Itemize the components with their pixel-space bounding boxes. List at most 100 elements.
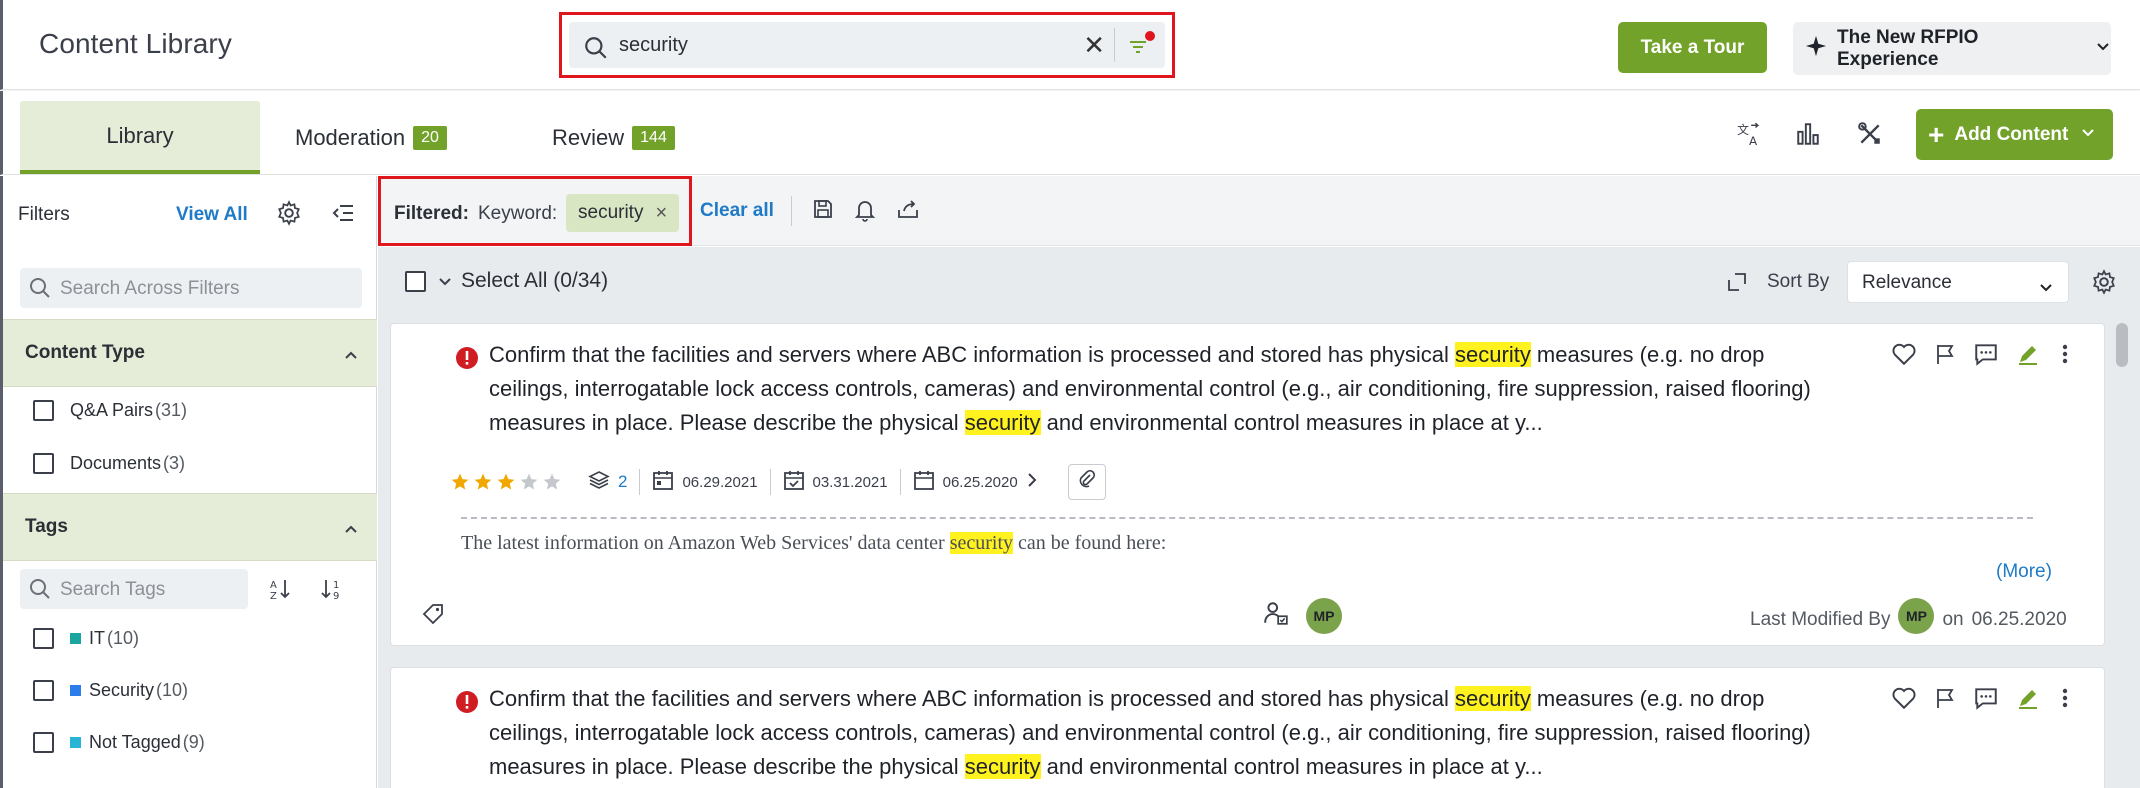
- search-highlight: security: [949, 532, 1013, 554]
- checkbox[interactable]: [33, 628, 54, 649]
- last-modified-label: Last Modified By: [1750, 609, 1891, 630]
- search-value[interactable]: security: [619, 34, 688, 57]
- heart-icon[interactable]: [1891, 686, 1917, 715]
- bell-icon[interactable]: [854, 198, 876, 227]
- modifier-avatar[interactable]: MP: [1898, 598, 1935, 634]
- content-type-section-header[interactable]: Content Type: [3, 319, 377, 387]
- filters-sidebar: Filters View All Search Across Filters C…: [0, 176, 377, 788]
- rating-stars[interactable]: [450, 472, 562, 492]
- chevron-down-icon: [2038, 278, 2054, 300]
- more-options-icon[interactable]: [2057, 686, 2073, 715]
- question-text[interactable]: Confirm that the facilities and servers …: [489, 338, 1829, 440]
- global-search-input[interactable]: security ✕: [569, 22, 1165, 68]
- more-options-icon[interactable]: [2057, 342, 2073, 371]
- remove-chip-icon[interactable]: ×: [655, 202, 667, 225]
- owner-avatar[interactable]: MP: [1306, 598, 1342, 634]
- take-tour-button[interactable]: Take a Tour: [1618, 22, 1767, 73]
- tab-review[interactable]: Review 144: [552, 101, 675, 174]
- sort-alpha-icon[interactable]: AZ: [270, 578, 292, 605]
- save-icon[interactable]: [812, 198, 834, 225]
- card-actions: [1891, 686, 2073, 715]
- tag-count: (10): [107, 628, 140, 648]
- clear-all-link[interactable]: Clear all: [700, 200, 774, 222]
- heart-icon[interactable]: [1891, 342, 1917, 371]
- sort-by-select[interactable]: Relevance: [1847, 261, 2069, 303]
- tab-moderation[interactable]: Moderation 20: [295, 101, 447, 174]
- chevron-right-icon[interactable]: [1026, 472, 1038, 492]
- filter-label: Q&A Pairs: [70, 400, 154, 420]
- search-highlight: security: [1455, 686, 1531, 711]
- chevron-down-icon: [2095, 38, 2111, 60]
- tag-search-input[interactable]: Search Tags: [20, 569, 248, 609]
- sparkle-icon: [1805, 35, 1827, 63]
- comment-icon[interactable]: [1973, 686, 1999, 715]
- on-label: on: [1942, 609, 1964, 630]
- clear-search-icon[interactable]: ✕: [1083, 32, 1105, 58]
- content-list: Select All (0/34) Sort By Relevance Conf…: [378, 247, 2140, 788]
- tag-filter-not-tagged[interactable]: Not Tagged (9): [33, 732, 205, 753]
- tab-library[interactable]: Library: [20, 101, 260, 174]
- experience-label: The New RFPIO Experience: [1837, 26, 1979, 70]
- question-text[interactable]: Confirm that the facilities and servers …: [489, 682, 1829, 784]
- svg-text:A: A: [270, 580, 277, 591]
- star-filled-icon[interactable]: [450, 472, 470, 492]
- answer-preview[interactable]: The latest information on Amazon Web Ser…: [461, 532, 1166, 555]
- add-content-button[interactable]: + Add Content: [1916, 109, 2113, 160]
- checkbox[interactable]: [33, 732, 54, 753]
- collapse-sidebar-icon[interactable]: [331, 202, 355, 229]
- translate-icon[interactable]: 文A: [1736, 121, 1762, 152]
- scrollbar-thumb[interactable]: [2116, 323, 2128, 367]
- star-empty-icon[interactable]: [542, 472, 562, 492]
- more-link[interactable]: (More): [1996, 561, 2052, 583]
- alert-icon: [455, 690, 479, 719]
- tag-filter-it[interactable]: IT (10): [33, 628, 139, 649]
- last-modified: Last Modified By MP on 06.25.2020: [1750, 598, 2067, 634]
- flag-icon[interactable]: [1933, 686, 1957, 715]
- analytics-icon[interactable]: [1795, 121, 1821, 152]
- star-filled-icon[interactable]: [496, 472, 516, 492]
- tools-icon[interactable]: [1857, 121, 1883, 152]
- sort-numeric-icon[interactable]: 19: [321, 578, 343, 605]
- plus-icon: +: [1928, 118, 1945, 150]
- tag-icon[interactable]: [421, 602, 445, 631]
- search-icon: [28, 577, 52, 606]
- export-icon[interactable]: [896, 198, 920, 225]
- star-empty-icon[interactable]: [519, 472, 539, 492]
- edit-icon[interactable]: [2015, 342, 2041, 371]
- calendar-check-icon: [783, 469, 805, 495]
- filter-qa-pairs[interactable]: Q&A Pairs (31): [33, 400, 187, 421]
- experience-dropdown[interactable]: The New RFPIO Experience: [1793, 22, 2111, 75]
- tags-section-header[interactable]: Tags: [3, 493, 377, 561]
- tag-filter-security[interactable]: Security (10): [33, 680, 188, 701]
- divider: [461, 517, 2033, 519]
- edit-icon[interactable]: [2015, 686, 2041, 715]
- filter-search-placeholder: Search Across Filters: [60, 278, 240, 299]
- expand-icon[interactable]: [1726, 271, 1748, 298]
- gear-icon[interactable]: [2091, 269, 2117, 300]
- attachment-button[interactable]: [1067, 464, 1106, 500]
- chip-label: security: [578, 202, 644, 223]
- versions[interactable]: 2: [576, 469, 639, 495]
- content-card[interactable]: Confirm that the facilities and servers …: [390, 667, 2105, 788]
- checkbox[interactable]: [33, 400, 54, 421]
- tag-search-placeholder: Search Tags: [60, 579, 166, 600]
- view-all-link[interactable]: View All: [176, 204, 248, 226]
- select-all-checkbox[interactable]: [405, 271, 426, 292]
- checkbox[interactable]: [33, 680, 54, 701]
- content-card[interactable]: Confirm that the facilities and servers …: [390, 323, 2105, 646]
- filter-search-input[interactable]: Search Across Filters: [20, 268, 362, 308]
- section-label: Tags: [25, 516, 68, 537]
- modified-date: 06.25.2020: [899, 469, 1050, 495]
- filter-documents[interactable]: Documents (3): [33, 453, 185, 474]
- svg-text:9: 9: [333, 591, 339, 600]
- card-actions: [1891, 342, 2073, 371]
- comment-icon[interactable]: [1973, 342, 1999, 371]
- star-filled-icon[interactable]: [473, 472, 493, 492]
- gear-icon[interactable]: [276, 200, 302, 231]
- chevron-down-icon[interactable]: [438, 275, 452, 293]
- tag-label: IT: [89, 628, 105, 648]
- checkbox[interactable]: [33, 453, 54, 474]
- tab-label: Moderation: [295, 124, 406, 150]
- created-date: 06.29.2021: [639, 469, 769, 495]
- flag-icon[interactable]: [1933, 342, 1957, 371]
